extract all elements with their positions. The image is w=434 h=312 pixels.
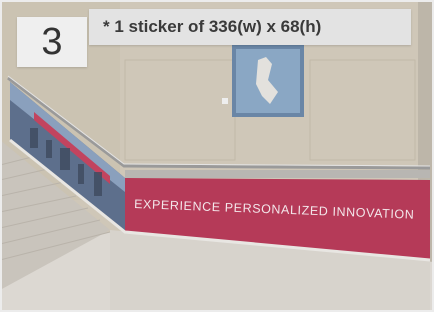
number-badge: 3: [17, 17, 87, 67]
wall-sconce: [222, 98, 228, 104]
caption-box: * 1 sticker of 336(w) x 68(h): [89, 9, 411, 45]
banner-top-band: [125, 170, 430, 178]
caption-text: * 1 sticker of 336(w) x 68(h): [103, 17, 322, 36]
badge-number: 3: [41, 21, 63, 63]
photo-stage: EXPERIENCE PERSONALIZED INNOVATION 3 * 1…: [0, 0, 434, 312]
